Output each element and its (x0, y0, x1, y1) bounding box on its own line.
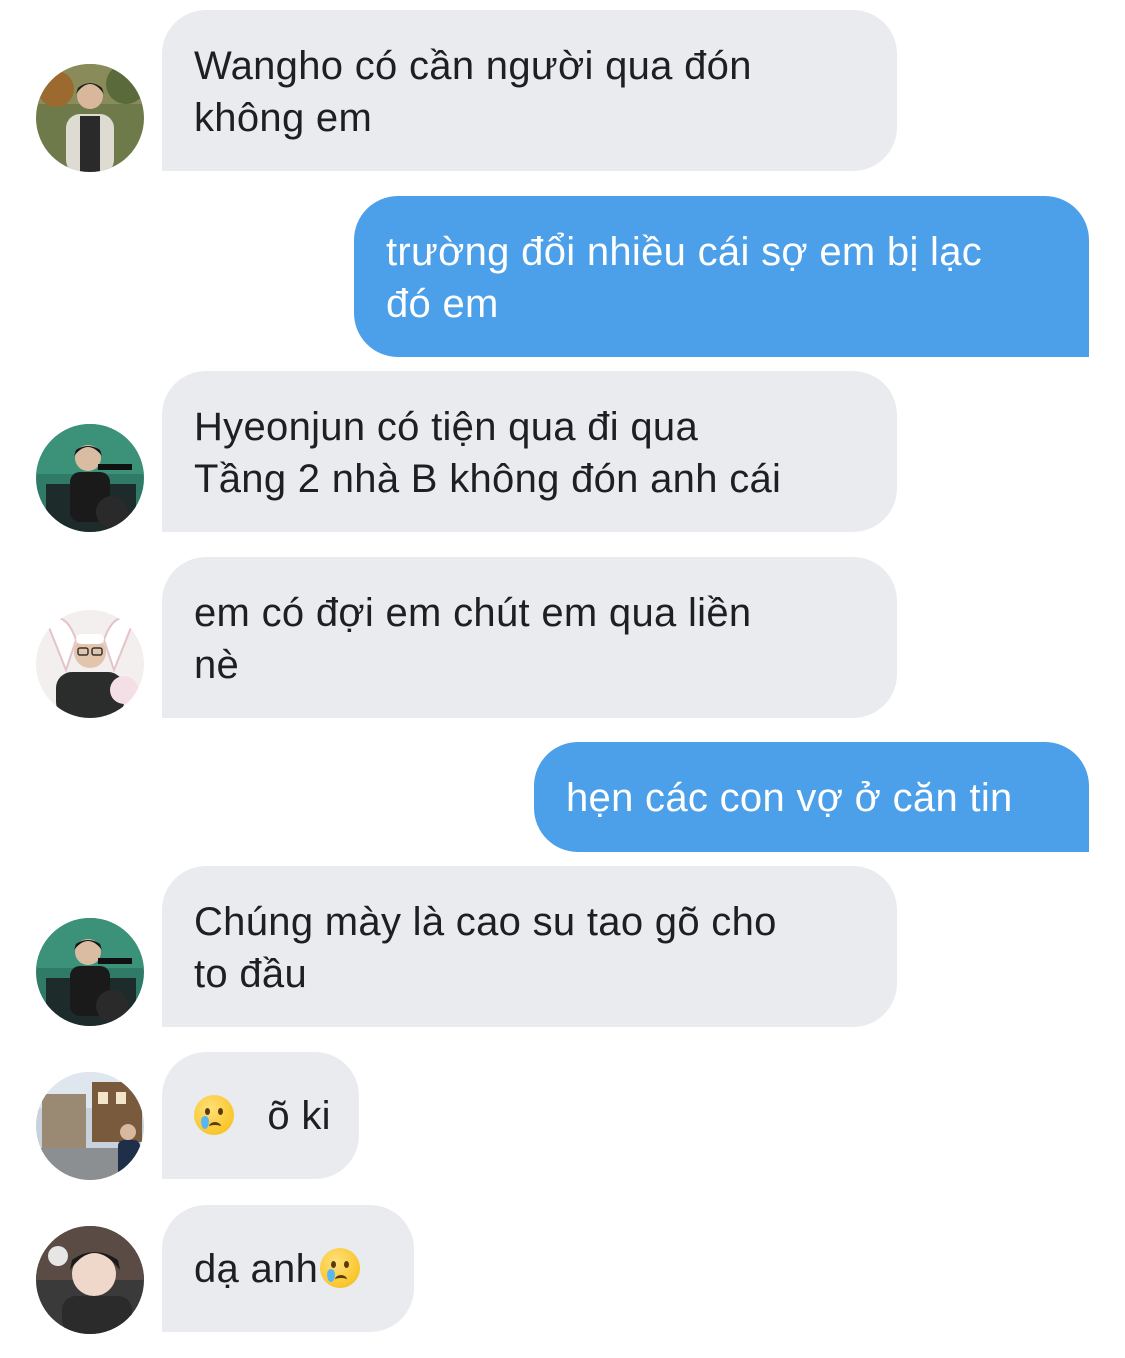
crying-face-emoji (194, 1095, 234, 1135)
message-text-line: đó em (386, 282, 499, 326)
message-bubble-incoming[interactable]: Hyeonjun có tiện qua đi qua Tầng 2 nhà B… (162, 371, 897, 532)
message-bubble-incoming[interactable]: em có đợi em chút em qua liền nè (162, 557, 897, 718)
message-bubble-outgoing[interactable]: hẹn các con vợ ở căn tin (534, 742, 1089, 852)
message-text-line: Wangho có cần người qua đón (194, 44, 752, 88)
avatar[interactable] (36, 64, 144, 172)
message-text: dạ anh (194, 1247, 319, 1291)
message-text-line: nè (194, 643, 240, 687)
message-text-line: to đầu (194, 952, 308, 996)
message-bubble-incoming[interactable]: dạ anh (162, 1205, 414, 1332)
avatar[interactable] (36, 424, 144, 532)
crying-face-emoji (320, 1248, 361, 1288)
message-text-line: hẹn các con vợ ở căn tin (566, 776, 1013, 820)
message-text-line: Chúng mày là cao su tao gõ cho (194, 900, 777, 944)
avatar[interactable] (36, 918, 144, 1026)
avatar[interactable] (36, 610, 144, 718)
message-text-line: trường đổi nhiều cái sợ em bị lạc (386, 230, 983, 274)
message-text-line: em có đợi em chút em qua liền (194, 591, 752, 635)
message-bubble-incoming[interactable]: õ ki (162, 1052, 359, 1179)
message-text: õ ki (267, 1094, 331, 1138)
message-bubble-incoming[interactable]: Wangho có cần người qua đón không em (162, 10, 897, 171)
message-text-line: Tầng 2 nhà B không đón anh cái (194, 457, 782, 501)
message-bubble-incoming[interactable]: Chúng mày là cao su tao gõ cho to đầu (162, 866, 897, 1027)
message-text-line: không em (194, 96, 373, 140)
avatar[interactable] (36, 1226, 144, 1334)
message-text-line: Hyeonjun có tiện qua đi qua (194, 405, 699, 449)
message-bubble-outgoing[interactable]: trường đổi nhiều cái sợ em bị lạc đó em (354, 196, 1089, 357)
avatar[interactable] (36, 1072, 144, 1180)
